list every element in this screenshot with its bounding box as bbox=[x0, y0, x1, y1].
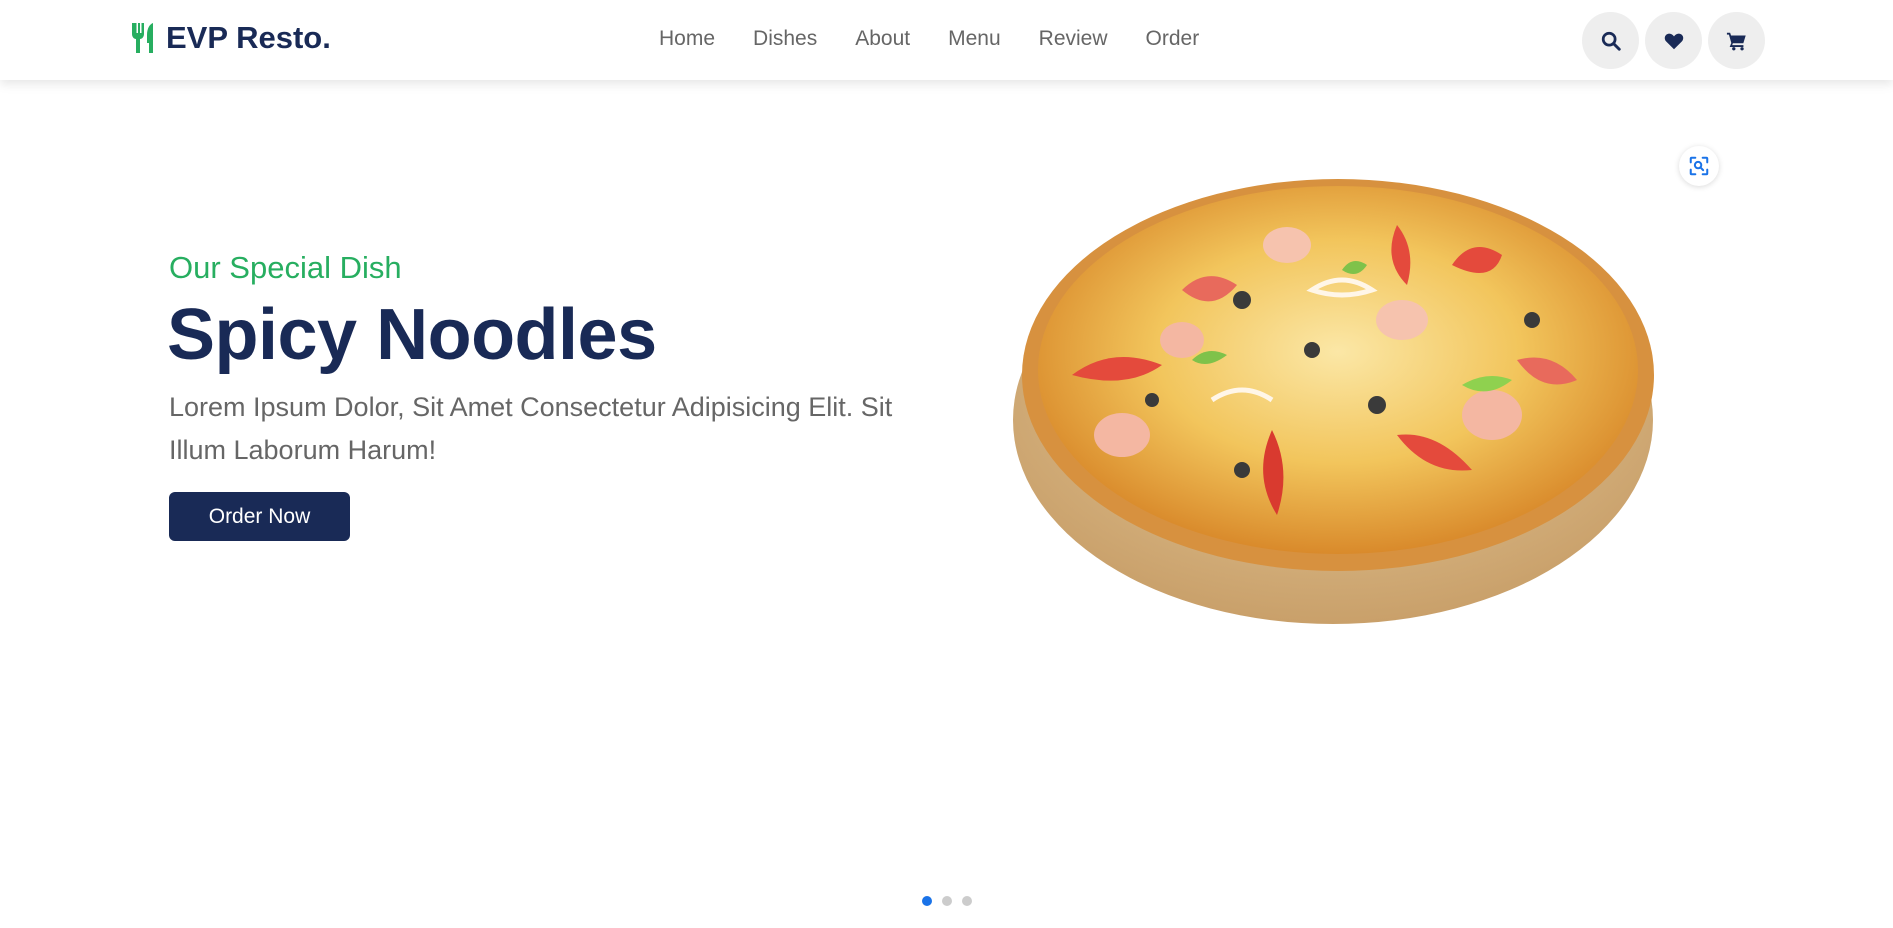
utensils-icon bbox=[132, 23, 153, 53]
header-icons bbox=[1582, 12, 1765, 69]
slider-dot-1[interactable] bbox=[922, 896, 932, 906]
heart-icon bbox=[1664, 33, 1683, 49]
nav-about[interactable]: About bbox=[855, 24, 910, 54]
slider-pagination bbox=[922, 896, 972, 906]
visual-search-button[interactable] bbox=[1679, 146, 1719, 186]
nav-menu[interactable]: Menu bbox=[948, 24, 1001, 54]
order-now-button[interactable]: Order Now bbox=[169, 492, 350, 541]
hero-subtitle: Our Special Dish bbox=[169, 250, 402, 285]
search-button[interactable] bbox=[1582, 12, 1639, 69]
brand-logo[interactable]: EVP Resto. bbox=[130, 20, 331, 56]
slider-dot-2[interactable] bbox=[942, 896, 952, 906]
favorites-button[interactable] bbox=[1645, 12, 1702, 69]
nav-review[interactable]: Review bbox=[1039, 24, 1108, 54]
hero-description: Lorem Ipsum Dolor, Sit Amet Consectetur … bbox=[169, 392, 893, 465]
nav-home[interactable]: Home bbox=[659, 24, 715, 54]
site-header: EVP Resto. Home Dishes About Menu Review… bbox=[0, 0, 1893, 80]
hero-slider: Our Special Dish Spicy Noodles Lorem Ips… bbox=[0, 80, 1893, 928]
hero-title: Spicy Noodles bbox=[167, 295, 657, 375]
visual-search-icon bbox=[1689, 156, 1709, 176]
cart-icon bbox=[1726, 32, 1746, 50]
nav-order[interactable]: Order bbox=[1146, 24, 1200, 54]
nav-dishes[interactable]: Dishes bbox=[753, 24, 817, 54]
slider-dot-3[interactable] bbox=[962, 896, 972, 906]
brand-name: EVP Resto. bbox=[166, 20, 331, 55]
search-icon bbox=[1601, 31, 1621, 51]
pizza-image bbox=[1013, 179, 1654, 624]
cart-button[interactable] bbox=[1708, 12, 1765, 69]
main-nav: Home Dishes About Menu Review Order bbox=[659, 24, 1199, 54]
